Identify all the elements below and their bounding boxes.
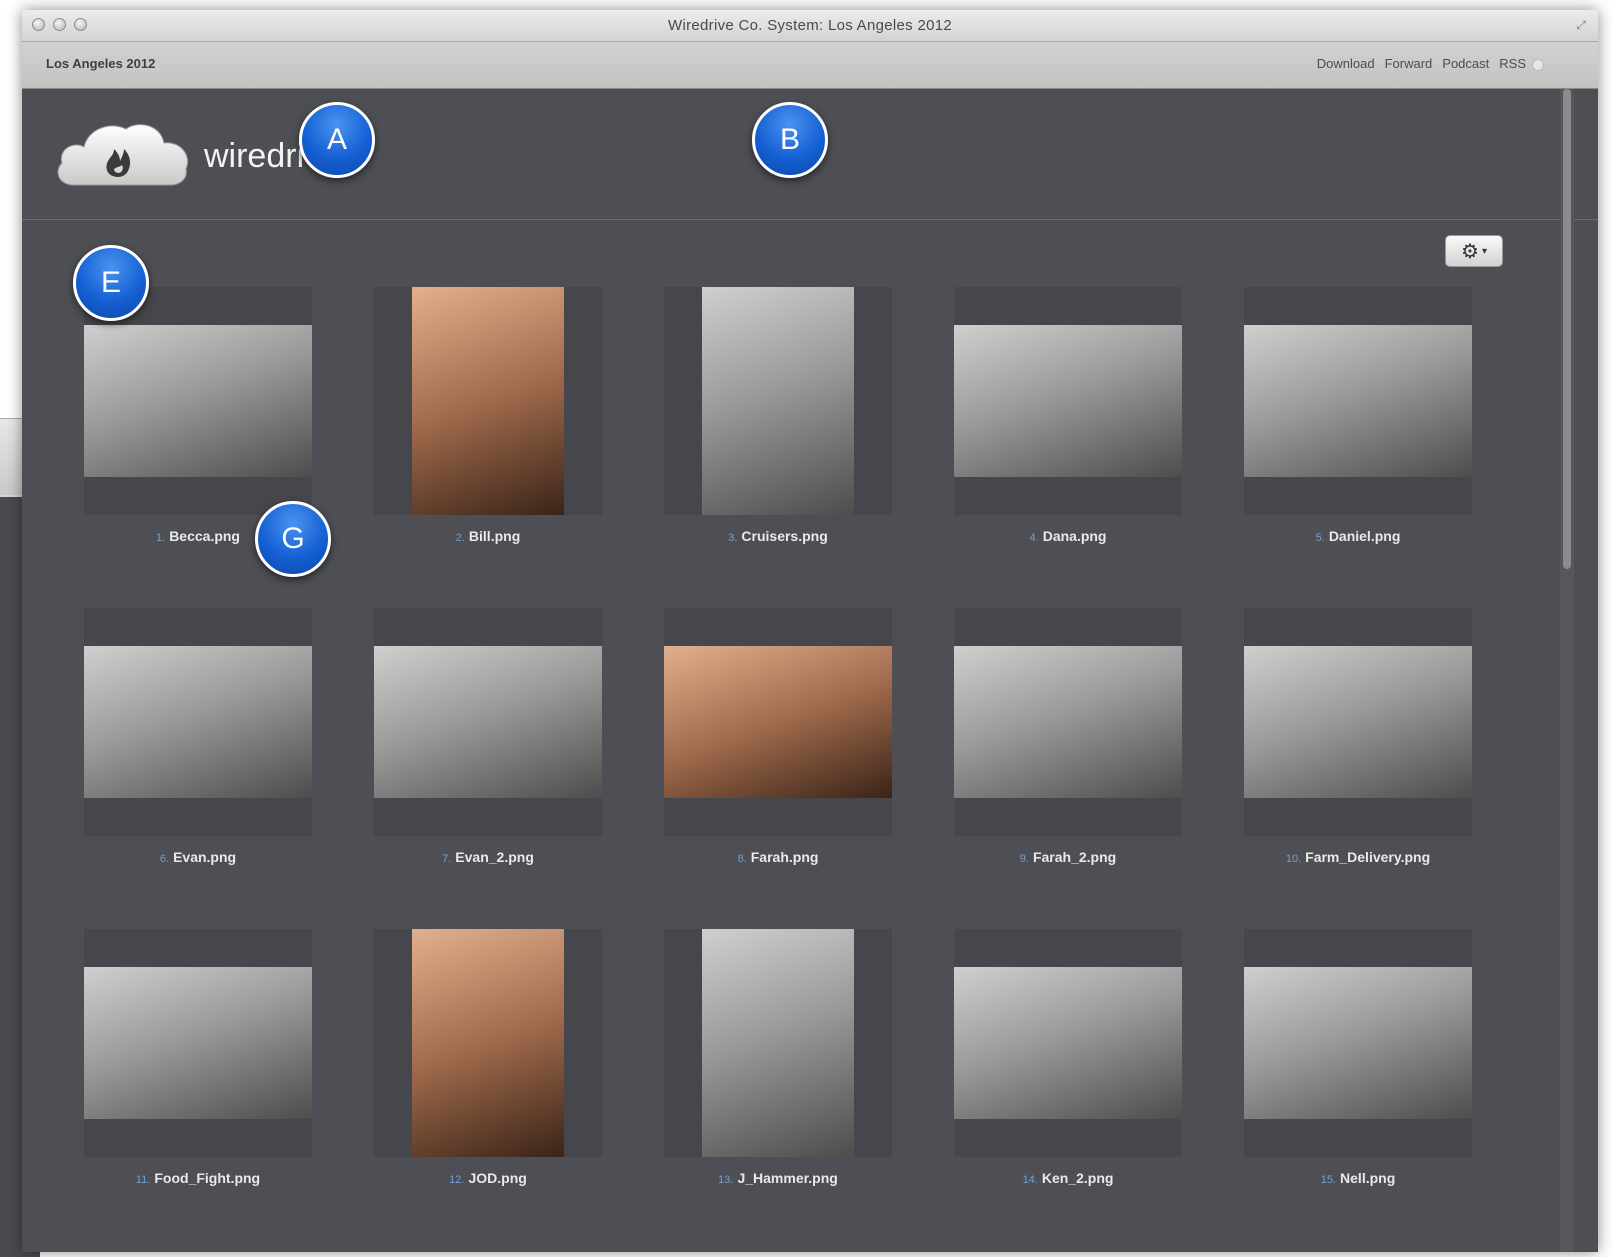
file-caption[interactable]: 3. Cruisers.png (634, 528, 922, 544)
file-number: 9. (1019, 853, 1029, 865)
file-name: Farm_Delivery.png (1305, 849, 1431, 865)
file-thumbnail[interactable] (664, 608, 892, 836)
file-thumbnail[interactable] (1244, 929, 1472, 1157)
file-caption[interactable]: 6. Evan.png (54, 849, 342, 865)
thumbnail-photo (954, 646, 1182, 798)
rss-link[interactable]: RSS (1499, 56, 1526, 71)
thumbnail-photo (664, 646, 892, 798)
file-number: 13. (718, 1174, 734, 1186)
callout-marker-g: G (255, 501, 331, 577)
file-caption[interactable]: 15. Nell.png (1214, 1170, 1502, 1186)
thumbnail-photo (84, 646, 312, 798)
file-name: Dana.png (1042, 528, 1107, 544)
file-thumbnail[interactable] (84, 287, 312, 515)
status-dot-icon (1532, 59, 1544, 71)
file-thumbnail[interactable] (84, 929, 312, 1157)
scrollbar[interactable] (1560, 89, 1574, 1252)
file-caption[interactable]: 14. Ken_2.png (924, 1170, 1212, 1186)
forward-link[interactable]: Forward (1385, 56, 1433, 71)
file-number: 7. (442, 853, 452, 865)
file-name: Becca.png (169, 528, 240, 544)
file-number: 3. (728, 532, 738, 544)
file-caption[interactable]: 8. Farah.png (634, 849, 922, 865)
file-thumbnail[interactable] (374, 287, 602, 515)
file-thumbnail[interactable] (954, 929, 1182, 1157)
scrollbar-thumb[interactable] (1563, 89, 1571, 569)
file-name: Bill.png (468, 528, 521, 544)
fullscreen-icon[interactable]: ⤢ (1574, 18, 1588, 32)
file-name: Food_Fight.png (154, 1170, 261, 1186)
file-caption[interactable]: 5. Daniel.png (1214, 528, 1502, 544)
file-name: Farah_2.png (1032, 849, 1117, 865)
file-thumbnail[interactable] (84, 608, 312, 836)
file-thumbnail[interactable] (1244, 287, 1472, 515)
file-thumbnail[interactable] (374, 608, 602, 836)
file-name: Daniel.png (1328, 528, 1401, 544)
file-thumbnail[interactable] (664, 287, 892, 515)
file-name: J_Hammer.png (737, 1170, 838, 1186)
file-thumbnail[interactable] (1244, 608, 1472, 836)
file-number: 4. (1029, 532, 1039, 544)
file-name: Evan.png (173, 849, 237, 865)
file-name: Cruisers.png (741, 528, 828, 544)
thumbnail-photo (1244, 646, 1472, 798)
file-number: 10. (1285, 853, 1302, 865)
thumbnail-photo (412, 929, 564, 1157)
file-caption[interactable]: 9. Farah_2.png (924, 849, 1212, 865)
file-thumbnail[interactable] (374, 929, 602, 1157)
file-caption[interactable]: 4. Dana.png (924, 528, 1212, 544)
callout-marker-e: E (73, 245, 149, 321)
file-caption[interactable]: 2. Bill.png (344, 528, 632, 544)
gear-icon: ⚙ (1461, 240, 1479, 263)
chevron-down-icon: ▾ (1481, 245, 1487, 257)
presentation-title: Los Angeles 2012 (46, 56, 156, 71)
window-title: Wiredrive Co. System: Los Angeles 2012 (667, 17, 953, 34)
thumbnail-photo (702, 287, 854, 515)
download-link[interactable]: Download (1317, 56, 1375, 71)
file-thumbnail[interactable] (954, 287, 1182, 515)
thumbnail-photo (954, 967, 1182, 1119)
app-window: Wiredrive Co. System: Los Angeles 2012 ⤢… (22, 10, 1598, 1252)
thumbnail-photo (1244, 325, 1472, 477)
file-thumbnail[interactable] (664, 929, 892, 1157)
thumbnail-photo (374, 646, 602, 798)
podcast-link[interactable]: Podcast (1442, 56, 1489, 71)
toolbar: Los Angeles 2012 Download Forward Podcas… (22, 42, 1598, 89)
thumbnail-photo (702, 929, 854, 1157)
thumbnail-photo (84, 967, 312, 1119)
thumbnail-photo (1244, 967, 1472, 1119)
file-caption[interactable]: 12. JOD.png (344, 1170, 632, 1186)
file-number: 8. (737, 853, 747, 865)
file-name: Farah.png (750, 849, 819, 865)
wiredrive-cloud-logo-icon (57, 124, 188, 186)
file-name: Evan_2.png (455, 849, 534, 865)
file-name: JOD.png (468, 1170, 527, 1186)
file-number: 6. (159, 853, 170, 865)
title-bar: Wiredrive Co. System: Los Angeles 2012 ⤢ (22, 10, 1598, 42)
file-number: 12. (449, 1174, 465, 1186)
file-caption[interactable]: 11. Food_Fight.png (54, 1170, 342, 1186)
file-number: 2. (455, 532, 465, 544)
file-number: 14. (1022, 1174, 1038, 1186)
thumbnail-photo (412, 287, 564, 515)
file-number: 1. (156, 532, 166, 544)
file-thumbnail[interactable] (954, 608, 1182, 836)
file-caption[interactable]: 13. J_Hammer.png (634, 1170, 922, 1186)
file-caption[interactable]: 10. Farm_Delivery.png (1214, 849, 1502, 865)
file-caption[interactable]: 7. Evan_2.png (344, 849, 632, 865)
toolbar-links: Download Forward Podcast RSS (1317, 56, 1526, 71)
thumbnail-photo (84, 325, 312, 477)
file-name: Nell.png (1340, 1170, 1396, 1186)
file-name: Ken_2.png (1041, 1170, 1114, 1186)
file-number: 5. (1315, 532, 1325, 544)
callout-marker-a: A (299, 102, 375, 178)
settings-button[interactable]: ⚙ ▾ (1445, 235, 1503, 267)
thumbnail-photo (954, 325, 1182, 477)
file-number: 15. (1320, 1174, 1337, 1186)
callout-marker-b: B (752, 102, 828, 178)
file-number: 11. (135, 1174, 151, 1186)
